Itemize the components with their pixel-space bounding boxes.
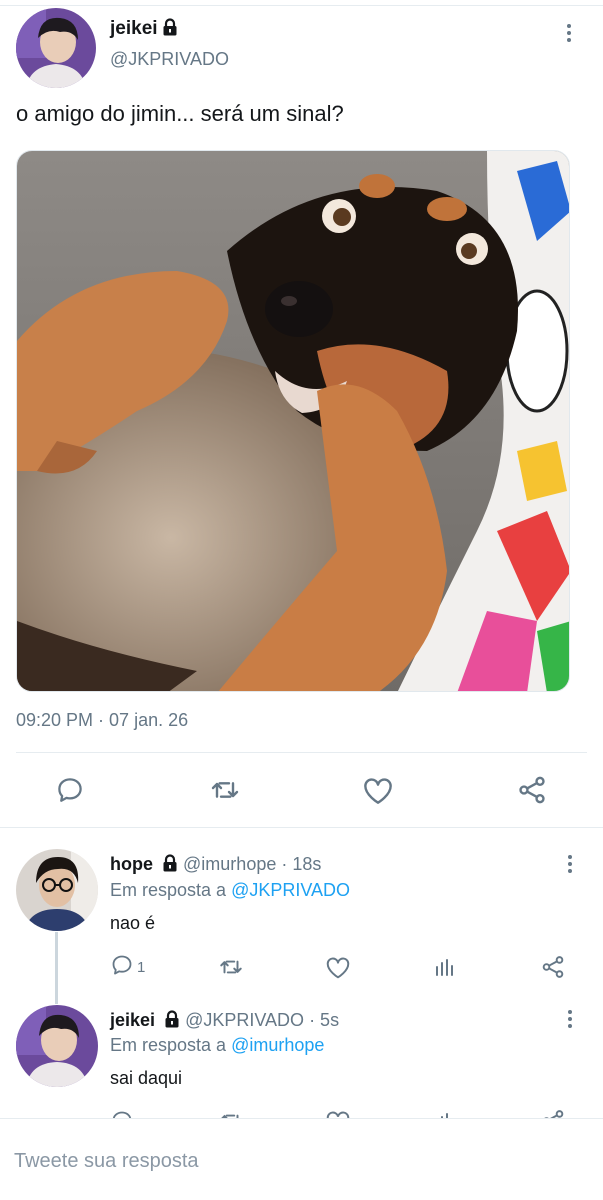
reply-button[interactable]: 1: [110, 952, 145, 982]
share-icon[interactable]: [512, 770, 552, 810]
reply-header: jeikei @JKPRIVADO · 5s: [110, 1010, 339, 1033]
like-icon[interactable]: [358, 770, 398, 810]
lock-icon: [164, 1010, 180, 1033]
display-name-text: jeikei: [110, 18, 158, 39]
divider: [0, 827, 603, 828]
lock-icon: [162, 854, 178, 877]
retweet-icon[interactable]: [205, 770, 245, 810]
reply-icon[interactable]: [50, 770, 90, 810]
more-icon[interactable]: [565, 855, 575, 877]
reply-text: nao é: [110, 913, 156, 933]
reply-time[interactable]: · 5s: [309, 1010, 339, 1030]
analytics-icon[interactable]: [433, 952, 457, 982]
like-icon[interactable]: [325, 952, 351, 982]
display-name[interactable]: hope: [110, 854, 153, 874]
in-reply-to: Em resposta a @JKPRIVADO: [110, 880, 350, 901]
reply-input[interactable]: [14, 1143, 589, 1179]
handle[interactable]: @JKPRIVADO: [185, 1010, 304, 1030]
in-reply-prefix: Em resposta a: [110, 1035, 227, 1055]
in-reply-handle-link[interactable]: @imurhope: [231, 1035, 324, 1055]
in-reply-to: Em resposta a @imurhope: [110, 1035, 324, 1056]
display-name[interactable]: jeikei: [110, 1010, 155, 1030]
dog-photo: [17, 151, 569, 691]
more-icon[interactable]: [565, 1010, 575, 1032]
reply-icon: [110, 953, 134, 982]
display-name[interactable]: jeikei: [110, 18, 178, 42]
reply-header: hope @imurhope · 18s: [110, 854, 321, 877]
handle[interactable]: @imurhope: [183, 854, 276, 874]
in-reply-prefix: Em resposta a: [110, 880, 227, 900]
reply-text: sai daqui: [110, 1068, 183, 1088]
in-reply-handle-link[interactable]: @JKPRIVADO: [231, 880, 350, 900]
reply-count: 1: [137, 958, 146, 976]
tweet-text: o amigo do jimin... será um sinal?: [16, 101, 344, 126]
lock-icon: [162, 18, 178, 42]
retweet-icon[interactable]: [218, 952, 244, 982]
avatar[interactable]: [16, 849, 98, 931]
top-border: [0, 0, 603, 6]
reply-time[interactable]: · 18s: [281, 854, 321, 874]
avatar[interactable]: [16, 8, 96, 88]
divider: [16, 752, 587, 753]
reply-compose-bar: [0, 1118, 603, 1200]
share-icon[interactable]: [540, 952, 566, 982]
avatar[interactable]: [16, 1005, 98, 1087]
more-icon[interactable]: [564, 24, 574, 46]
thread-connector: [55, 932, 58, 1004]
tweet-timestamp[interactable]: 09:20 PM · 07 jan. 26: [16, 710, 188, 731]
tweet-header: jeikei @JKPRIVADO: [16, 8, 587, 92]
tweet-media[interactable]: [16, 150, 570, 692]
handle[interactable]: @JKPRIVADO: [110, 49, 229, 70]
